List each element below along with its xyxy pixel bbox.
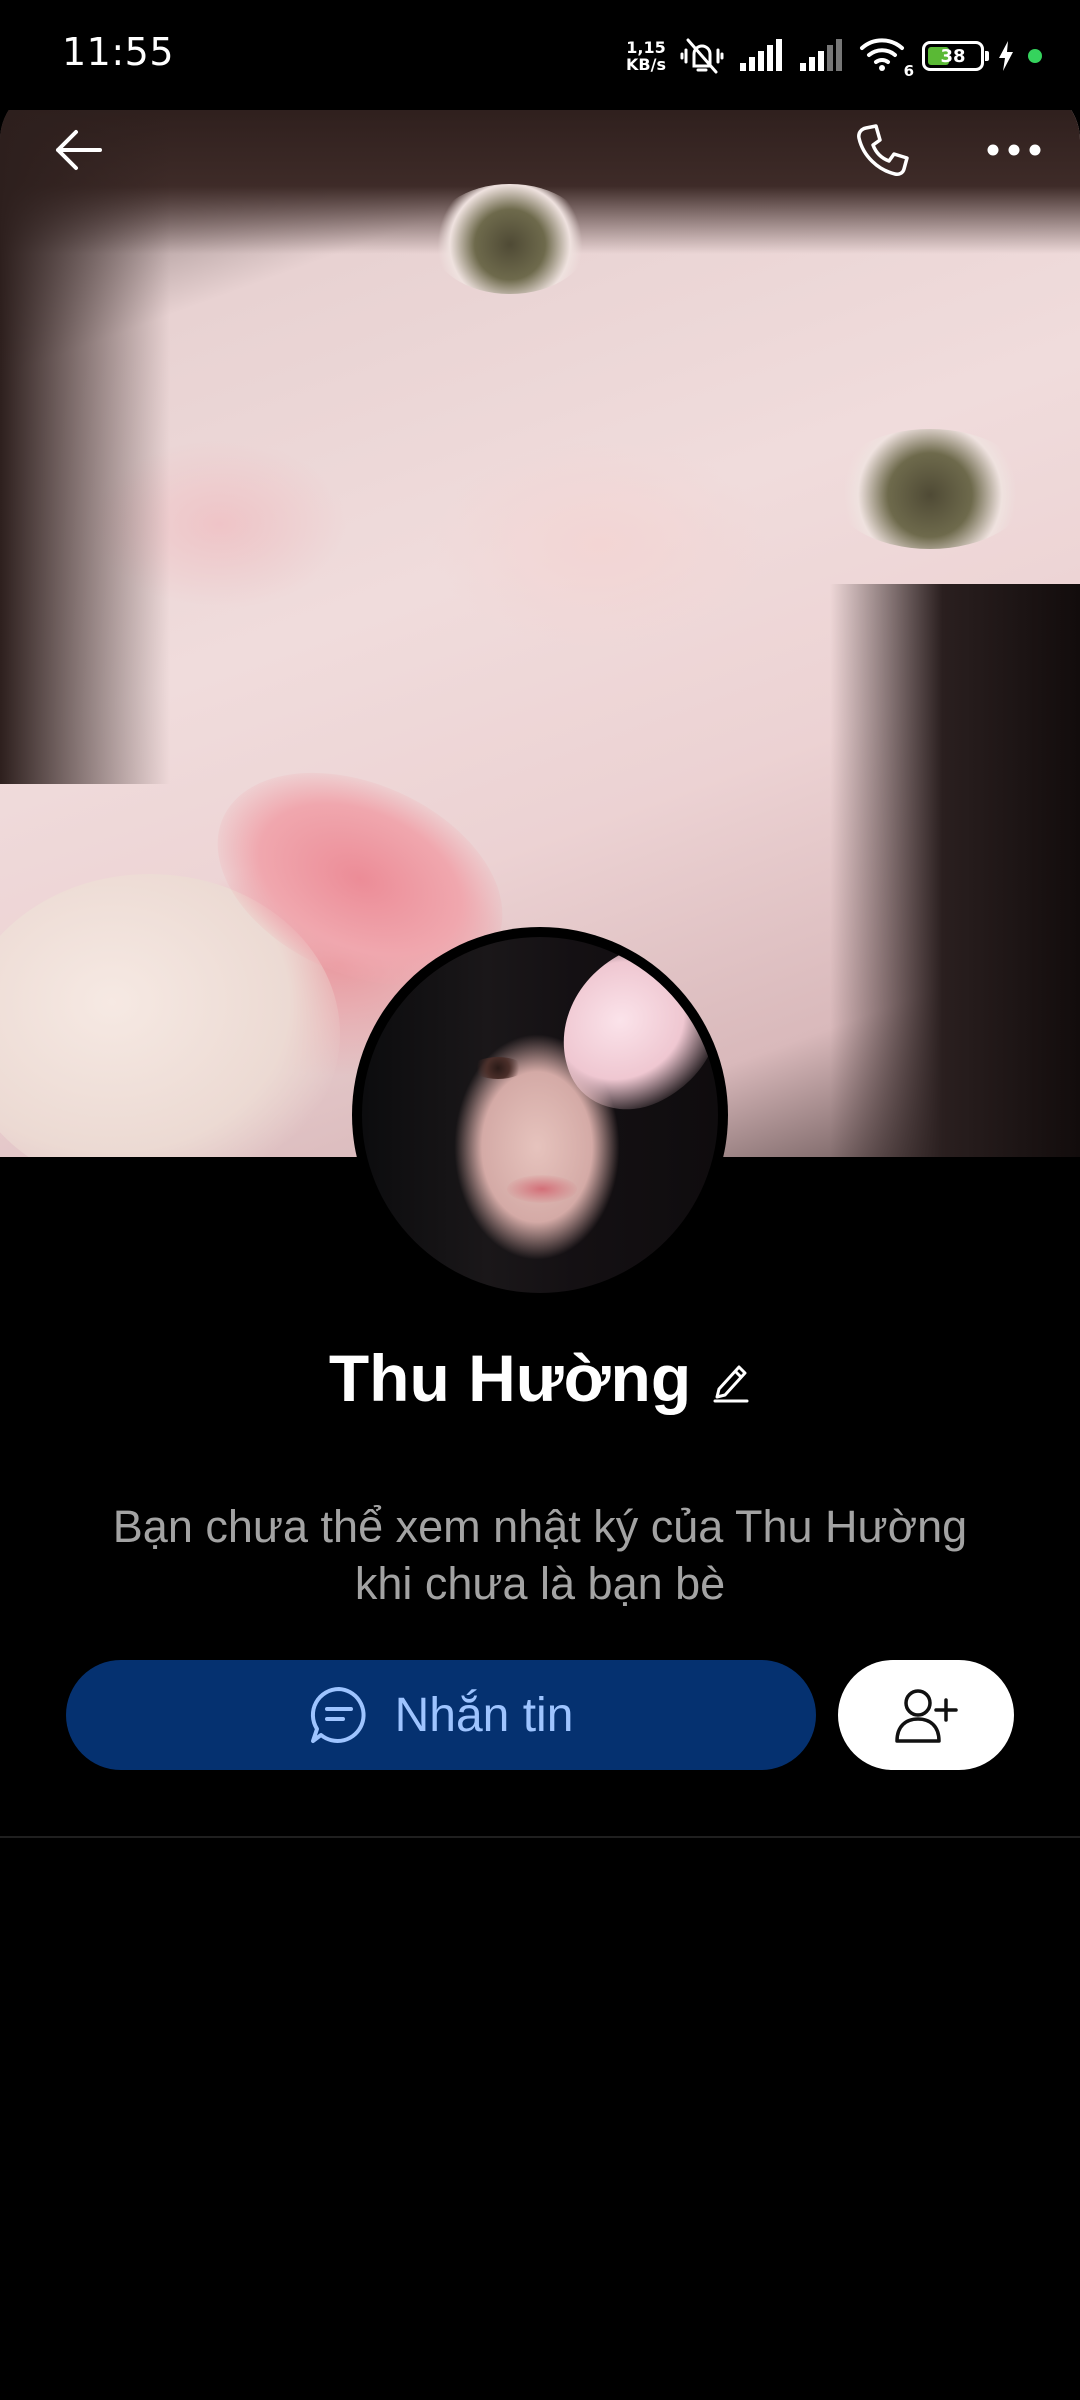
cover-hair-shape — [830, 584, 1080, 1157]
phone-icon — [857, 124, 909, 176]
friend-privacy-notice: Bạn chưa thể xem nhật ký của Thu Hường k… — [60, 1498, 1020, 1612]
status-bar: 11:55 1,15 KB/s 6 38 — [0, 0, 1080, 110]
notice-line-1: Bạn chưa thể xem nhật ký của Thu Hường — [112, 1501, 968, 1552]
call-button[interactable] — [842, 110, 922, 190]
profile-avatar[interactable] — [352, 927, 728, 1303]
more-options-button[interactable] — [972, 110, 1056, 190]
chat-bubble-icon — [310, 1686, 366, 1743]
charging-bolt-icon — [999, 41, 1013, 71]
mute-vibrate-icon — [680, 38, 724, 74]
avatar-feather-shape — [533, 937, 718, 1131]
network-speed-unit: KB/s — [626, 55, 666, 74]
back-button[interactable] — [38, 110, 118, 190]
arrow-left-icon — [56, 130, 102, 170]
battery-indicator: 38 — [922, 41, 989, 71]
wifi-status: 6 — [858, 36, 914, 80]
avatar-lip-shape — [507, 1175, 577, 1203]
profile-name: Thu Hường — [328, 1341, 692, 1415]
add-user-icon — [895, 1689, 958, 1743]
section-divider — [0, 1836, 1080, 1838]
send-message-label: Nhắn tin — [394, 1688, 574, 1742]
wifi-sub-label: 6 — [903, 62, 914, 80]
battery-tip — [985, 51, 989, 61]
pencil-icon — [713, 1365, 749, 1403]
status-time: 11:55 — [62, 30, 175, 74]
more-horizontal-icon — [987, 144, 1041, 156]
privacy-indicator-dot — [1028, 49, 1042, 63]
signal-1-icon — [740, 39, 782, 71]
signal-2-icon — [800, 39, 842, 71]
cover-eye-shape — [830, 429, 1030, 549]
add-friend-button[interactable] — [838, 1660, 1014, 1770]
battery-level: 38 — [940, 45, 966, 67]
avatar-image — [362, 937, 718, 1293]
avatar-eye-shape — [472, 1057, 524, 1079]
notice-line-2: khi chưa là bạn bè — [354, 1558, 726, 1609]
network-speed: 1,15 KB/s — [626, 39, 666, 73]
network-speed-value: 1,15 — [626, 38, 666, 57]
profile-name-row: Thu Hường — [0, 1340, 1080, 1416]
edit-name-button[interactable] — [711, 1359, 751, 1403]
wifi-icon — [860, 38, 904, 71]
cover-eye-shape — [430, 184, 590, 294]
status-icons: 1,15 KB/s 6 38 — [626, 32, 1042, 80]
send-message-button[interactable]: Nhắn tin — [66, 1660, 816, 1770]
